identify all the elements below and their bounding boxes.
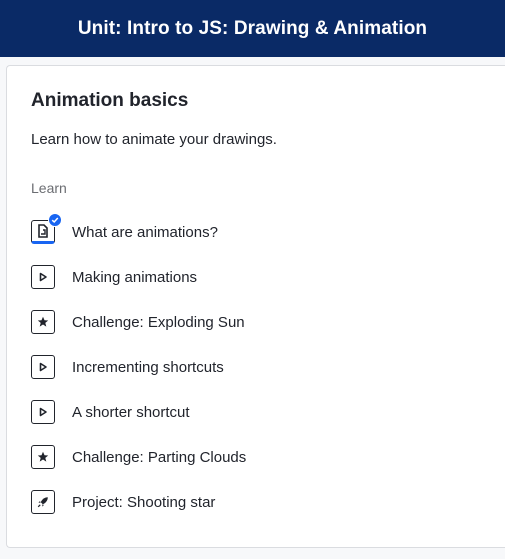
- lesson-item-label: Project: Shooting star: [72, 493, 216, 511]
- lesson-item-making-animations[interactable]: Making animations: [31, 264, 331, 290]
- unit-header: Unit: Intro to JS: Drawing & Animation: [0, 0, 505, 57]
- section-label-learn: Learn: [31, 180, 67, 196]
- lesson-item-label: What are animations?: [72, 223, 218, 241]
- lesson-item-a-shorter-shortcut[interactable]: A shorter shortcut: [31, 399, 331, 425]
- lesson-description: Learn how to animate your drawings.: [31, 131, 277, 148]
- unit-title: Unit: Intro to JS: Drawing & Animation: [77, 17, 428, 39]
- article-icon: [31, 213, 62, 244]
- lesson-item-label: A shorter shortcut: [72, 403, 190, 421]
- lesson-item-challenge-parting-clouds[interactable]: Challenge: Parting Clouds: [31, 444, 331, 470]
- completed-check-icon: [48, 213, 62, 227]
- play-icon: [31, 400, 55, 424]
- play-icon: [31, 355, 55, 379]
- lesson-item-label: Making animations: [72, 268, 198, 286]
- lesson-card: Animation basics Learn how to animate yo…: [6, 65, 505, 548]
- lesson-item-label: Challenge: Exploding Sun: [72, 313, 245, 331]
- star-icon: [31, 310, 55, 334]
- lesson-item-label: Challenge: Parting Clouds: [72, 448, 247, 466]
- star-icon: [31, 445, 55, 469]
- lesson-item-challenge-exploding-sun[interactable]: Challenge: Exploding Sun: [31, 309, 331, 335]
- lesson-item-incrementing-shortcuts[interactable]: Incrementing shortcuts: [31, 354, 331, 380]
- play-icon: [31, 265, 55, 289]
- lesson-item-label: Incrementing shortcuts: [72, 358, 224, 376]
- rocket-icon: [31, 490, 55, 514]
- lesson-item-what-are-animations[interactable]: What are animations?: [31, 213, 331, 245]
- lesson-item-project-shooting-star[interactable]: Project: Shooting star: [31, 489, 331, 515]
- lesson-title: Animation basics: [31, 90, 189, 111]
